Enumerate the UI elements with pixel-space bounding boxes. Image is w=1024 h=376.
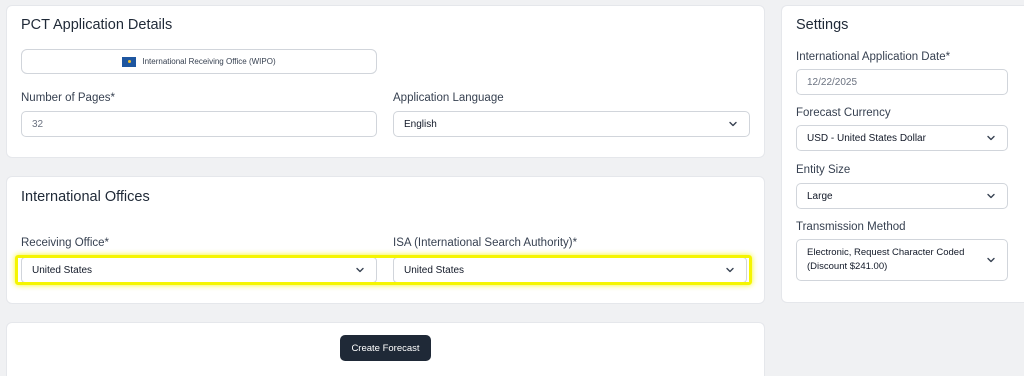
receiving-office-select[interactable]: United States (21, 257, 377, 283)
settings-title: Settings (796, 17, 849, 33)
transmission-method-value: Electronic, Request Character Coded (Dis… (807, 247, 965, 272)
receiving-office-value: United States (32, 264, 93, 276)
number-of-pages-input[interactable]: 32 (21, 111, 377, 137)
application-date-label: International Application Date* (796, 51, 951, 63)
chevron-down-icon (985, 132, 997, 144)
isa-label: ISA (International Search Authority)* (393, 237, 578, 249)
chevron-down-icon (985, 190, 997, 202)
application-date-input[interactable]: 12/22/2025 (796, 69, 1008, 95)
chevron-down-icon (985, 254, 997, 266)
forecast-currency-label: Forecast Currency (796, 107, 891, 119)
application-language-select[interactable]: English (393, 111, 750, 137)
receiving-office-pill-label: International Receiving Office (WIPO) (142, 57, 276, 66)
entity-size-value: Large (807, 190, 833, 202)
entity-size-label: Entity Size (796, 164, 851, 176)
international-offices-title: International Offices (21, 189, 150, 205)
isa-select[interactable]: United States (393, 257, 747, 283)
entity-size-select[interactable]: Large (796, 183, 1008, 209)
chevron-down-icon (724, 264, 736, 276)
application-language-label: Application Language (393, 92, 504, 104)
transmission-method-label: Transmission Method (796, 221, 906, 233)
number-of-pages-label: Number of Pages* (21, 92, 115, 104)
pct-details-title: PCT Application Details (21, 17, 173, 33)
transmission-method-select[interactable]: Electronic, Request Character Coded (Dis… (796, 239, 1008, 281)
receiving-office-pill[interactable]: International Receiving Office (WIPO) (21, 49, 377, 74)
application-language-value: English (404, 118, 437, 130)
chevron-down-icon (354, 264, 366, 276)
chevron-down-icon (727, 118, 739, 130)
wipo-flag-icon (122, 56, 137, 67)
receiving-office-label: Receiving Office* (21, 237, 109, 249)
create-forecast-button[interactable]: Create Forecast (340, 335, 431, 361)
forecast-currency-select[interactable]: USD - United States Dollar (796, 125, 1008, 151)
number-of-pages-value: 32 (32, 118, 44, 130)
isa-value: United States (404, 264, 465, 276)
application-date-value: 12/22/2025 (807, 76, 858, 88)
forecast-currency-value: USD - United States Dollar (807, 132, 926, 144)
